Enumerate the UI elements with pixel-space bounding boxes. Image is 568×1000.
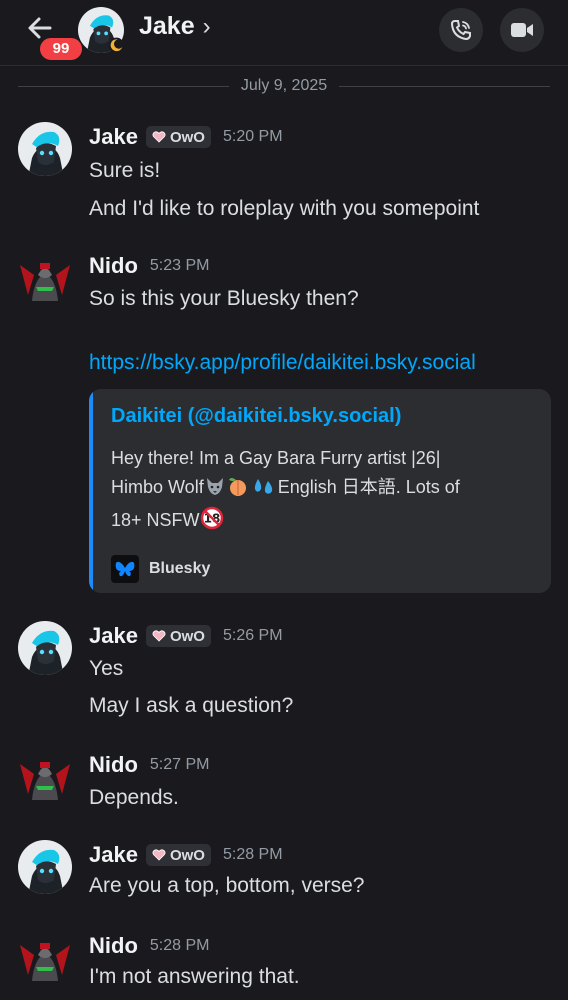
header-avatar[interactable] [78, 7, 124, 53]
author-name[interactable]: Nido [89, 933, 138, 959]
chat-header: 99 Jake › [0, 0, 568, 66]
embed-desc-text: 18+ NSFW [111, 510, 200, 530]
embed-desc-line: Hey there! Im a Gay Bara Furry artist |2… [111, 448, 441, 468]
voice-call-button[interactable] [439, 8, 483, 52]
heart-icon [152, 630, 166, 642]
timestamp: 5:20 PM [222, 128, 283, 145]
avatar[interactable] [18, 122, 72, 176]
embed-provider-name: Bluesky [149, 560, 211, 577]
date-divider: July 9, 2025 [18, 74, 550, 98]
butterfly-icon [111, 555, 139, 583]
timestamp: 5:23 PM [149, 257, 210, 274]
guild-tag[interactable]: OwO [145, 625, 211, 647]
date-divider-label: July 9, 2025 [240, 77, 328, 94]
avatar[interactable] [18, 251, 72, 305]
avatar[interactable] [18, 840, 72, 894]
wolf-emoji-icon [204, 475, 226, 506]
message-link[interactable]: https://bsky.app/profile/daikitei.bsky.s… [89, 351, 476, 375]
message-text: Yes [89, 657, 124, 680]
embed-description: Hey there! Im a Gay Bara Furry artist |2… [111, 444, 531, 539]
guild-tag-text: OwO [169, 846, 205, 864]
video-call-button[interactable] [500, 8, 544, 52]
timestamp: 5:27 PM [149, 756, 210, 773]
avatar[interactable] [18, 931, 72, 985]
chevron-right-icon: › [202, 12, 211, 40]
phone-icon [450, 20, 471, 41]
embed-desc-line: Himbo Wolf English 日本語. Lots of [111, 473, 531, 506]
timestamp: 5:26 PM [222, 627, 283, 644]
peach-emoji-icon [226, 475, 250, 506]
author-name[interactable]: Jake [89, 124, 138, 150]
message-text: Depends. [89, 786, 179, 809]
author-name[interactable]: Jake [89, 623, 138, 649]
guild-tag[interactable]: OwO [145, 844, 211, 866]
message-text: And I'd like to roleplay with you somepo… [89, 197, 480, 220]
embed-desc-text: English 日本語. Lots of [277, 477, 460, 497]
author-name[interactable]: Nido [89, 253, 138, 279]
embed-accent-bar [89, 389, 93, 593]
avatar[interactable] [18, 621, 72, 675]
embed-title[interactable]: Daikitei (@daikitei.bsky.social) [111, 405, 401, 428]
video-camera-icon [511, 23, 533, 37]
guild-tag[interactable]: OwO [145, 126, 211, 148]
author-name[interactable]: Jake [89, 842, 138, 868]
no-under-18-emoji-icon: 18 [200, 506, 224, 539]
guild-tag-text: OwO [169, 627, 205, 645]
channel-title-text: Jake [139, 12, 195, 40]
sweat-droplets-emoji-icon [250, 475, 278, 506]
embed-desc-text: Himbo Wolf [111, 477, 204, 497]
message-text: Are you a top, bottom, verse? [89, 874, 365, 897]
message-text: May I ask a question? [89, 694, 294, 717]
channel-title[interactable]: Jake › [139, 12, 211, 41]
message-text: So is this your Bluesky then? [89, 287, 359, 310]
link-embed: Daikitei (@daikitei.bsky.social) Hey the… [89, 389, 551, 593]
timestamp: 5:28 PM [149, 937, 210, 954]
guild-tag-text: OwO [169, 128, 205, 146]
heart-icon [152, 131, 166, 143]
embed-desc-line: 18+ NSFW18 [111, 506, 531, 539]
avatar[interactable] [18, 750, 72, 804]
message-text: I'm not answering that. [89, 965, 300, 988]
embed-provider: Bluesky [111, 555, 210, 583]
author-name[interactable]: Nido [89, 752, 138, 778]
heart-icon [152, 849, 166, 861]
message-text: Sure is! [89, 159, 161, 182]
timestamp: 5:28 PM [222, 846, 283, 863]
